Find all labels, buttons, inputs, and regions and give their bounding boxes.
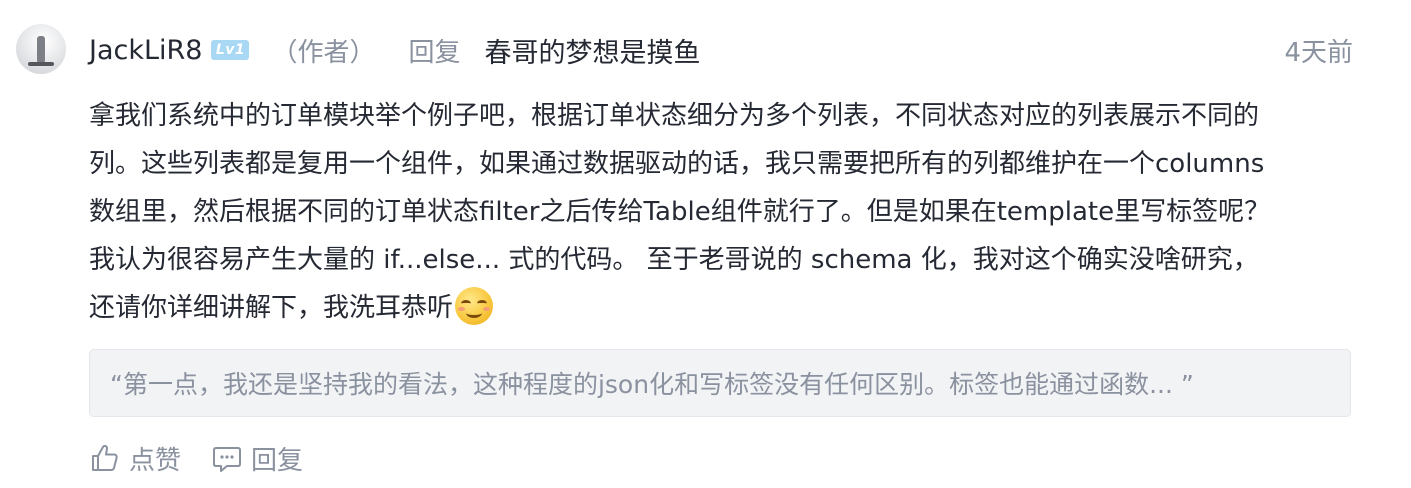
reply-label: 回复: [251, 445, 304, 476]
emoji-mouth: [466, 308, 483, 318]
reply-button[interactable]: 回复: [211, 440, 303, 477]
emoji-blush: [458, 307, 466, 311]
level-badge: Lv1: [211, 40, 250, 60]
comment-content: 拿我们系统中的订单模块举个例子吧，根据订单状态细分为多个列表，不同状态对应的列表…: [89, 92, 1351, 332]
emoji-eye: [461, 300, 472, 307]
avatar[interactable]: [16, 24, 66, 74]
comment-time: 4天前: [1284, 38, 1353, 68]
content-line: 列。这些列表都是复用一个组件，如果通过数据驱动的话，我只需要把所有的列都维护在一…: [89, 149, 1265, 179]
username[interactable]: JackLiR8: [89, 35, 202, 66]
content-line: 数组里，然后根据不同的订单状态filter之后传给Table组件就行了。但是如果…: [89, 197, 1271, 227]
comment-actions: 点赞 回复: [89, 436, 303, 480]
emoji-eye: [477, 300, 488, 307]
comment-bubble-icon: [213, 447, 242, 472]
content-line: 我认为很容易产生大量的 if...else... 式的代码。 至于老哥说的 sc…: [89, 245, 1259, 275]
content-line-last: 还请你详细讲解下，我洗耳恭听: [89, 284, 1351, 332]
quoted-comment[interactable]: “第一点，我还是坚持我的看法，这种程度的json化和写标签没有任何区别。标签也能…: [89, 349, 1351, 417]
quoted-comment-text: “第一点，我还是坚持我的看法，这种程度的json化和写标签没有任何区别。标签也能…: [110, 370, 1194, 399]
reply-to-username[interactable]: 春哥的梦想是摸鱼: [485, 31, 701, 70]
comment-header: JackLiR8 Lv1 （作者） 回复 春哥的梦想是摸鱼: [89, 28, 701, 72]
comment-item: JackLiR8 Lv1 （作者） 回复 春哥的梦想是摸鱼 4天前 拿我们系统中…: [0, 0, 1411, 488]
like-label: 点赞: [129, 445, 182, 476]
content-line: 拿我们系统中的订单模块举个例子吧，根据订单状态细分为多个列表，不同状态对应的列表…: [89, 101, 1260, 131]
thumbs-up-icon: [92, 444, 118, 471]
author-tag: （作者）: [271, 37, 376, 68]
reply-indicator: 回复: [408, 37, 461, 68]
like-button[interactable]: 点赞: [89, 440, 181, 477]
avatar-base: [28, 62, 54, 66]
smile-emoji-icon: [455, 287, 494, 325]
emoji-blush: [483, 307, 491, 311]
avatar-figure: [37, 36, 45, 62]
content-line-text: 还请你详细讲解下，我洗耳恭听: [89, 293, 454, 323]
